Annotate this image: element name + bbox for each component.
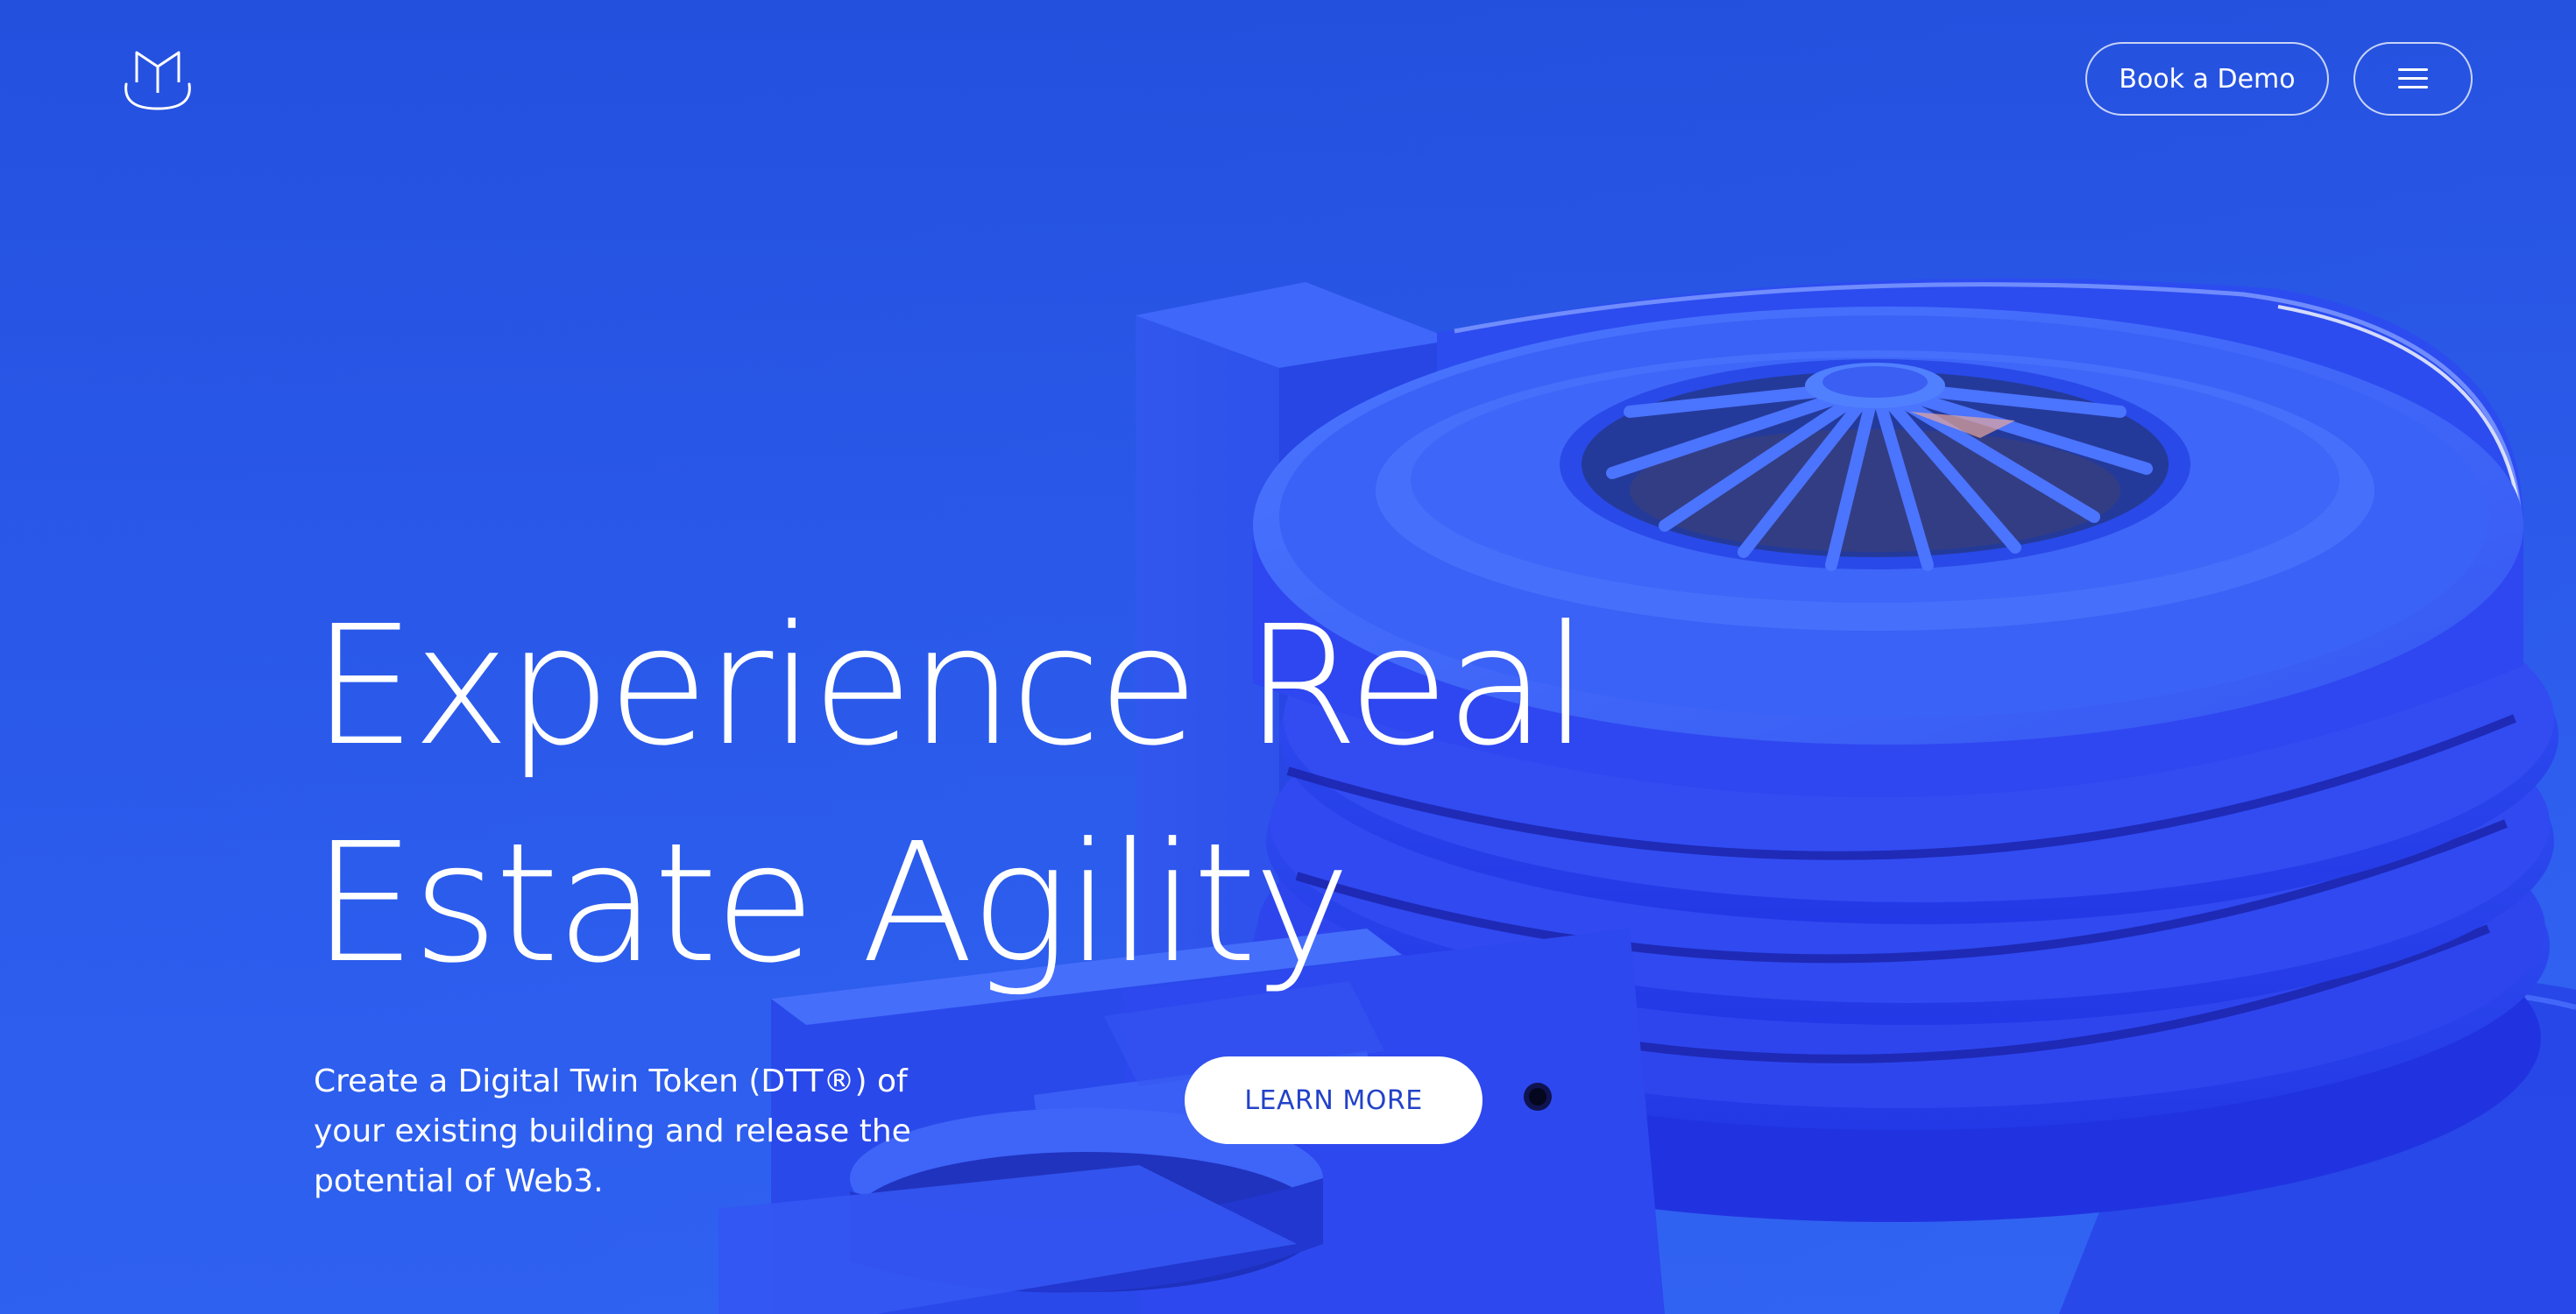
hero-subtext: Create a Digital Twin Token (DTT®) of yo…: [314, 1063, 911, 1199]
hamburger-menu-icon: [2398, 67, 2428, 90]
hero-headline: Experience Real Estate Agility: [312, 578, 1801, 1013]
learn-more-button[interactable]: LEARN MORE: [1185, 1056, 1483, 1144]
headline-line-2: Estate Agility: [312, 808, 1351, 1000]
book-demo-button[interactable]: Book a Demo: [2085, 42, 2329, 116]
menu-button[interactable]: [2353, 42, 2473, 116]
headline-line-1: Experience Real: [312, 590, 1589, 782]
hero-section: Book a Demo Experience Real Estate Agili…: [0, 0, 2576, 1314]
cat-m-logo-icon[interactable]: [119, 44, 196, 114]
